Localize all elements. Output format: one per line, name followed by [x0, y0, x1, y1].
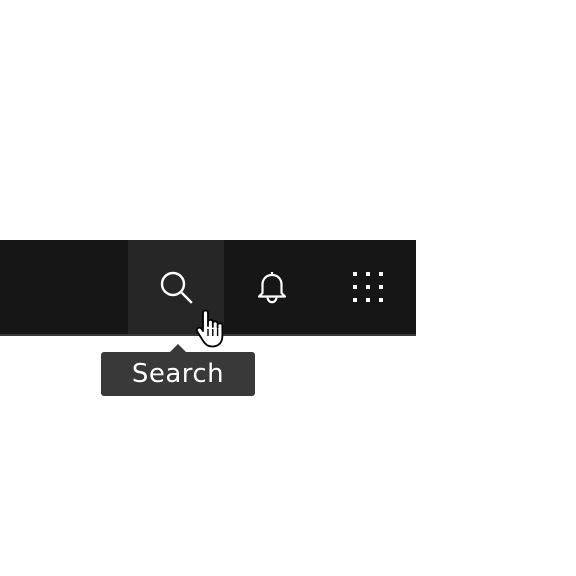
search-tooltip: Search — [101, 352, 255, 396]
hand-pointer-cursor-icon — [195, 309, 224, 348]
tooltip-caret — [170, 344, 186, 352]
app-grid-icon — [353, 272, 383, 302]
search-icon — [160, 271, 193, 304]
app-switcher-button[interactable] — [320, 240, 416, 334]
canvas: Search — [0, 0, 576, 576]
notifications-button[interactable] — [224, 240, 320, 334]
header-empty-area — [0, 240, 128, 336]
notification-bell-icon — [257, 272, 287, 304]
tooltip-label: Search — [131, 359, 225, 389]
